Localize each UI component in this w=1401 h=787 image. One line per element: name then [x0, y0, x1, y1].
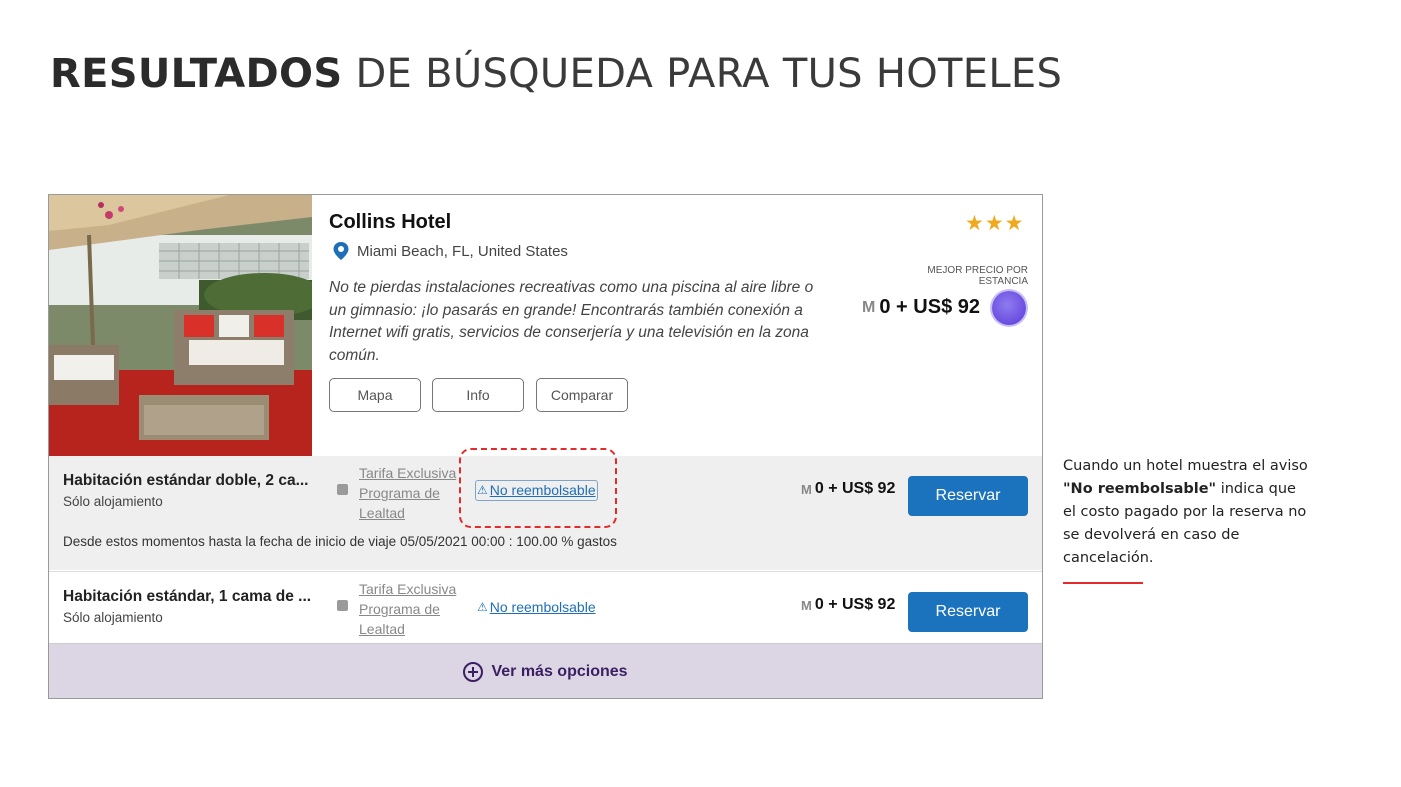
rate-tag-icon: [337, 600, 348, 611]
map-button[interactable]: Mapa: [329, 378, 421, 412]
non-refundable-link[interactable]: ⚠ No reembolsable: [477, 599, 596, 615]
page-title-bold: RESULTADOS: [50, 51, 343, 97]
points-icon: M: [862, 298, 876, 316]
note-text-start: Cuando un hotel muestra el aviso: [1063, 458, 1308, 474]
map-pin-icon: [333, 242, 349, 260]
rate-label-link[interactable]: Tarifa Exclusiva Programa de Lealtad: [359, 463, 469, 523]
hotel-location: Miami Beach, FL, United States: [333, 242, 568, 260]
room-price-value: 0 + US$ 92: [814, 596, 896, 613]
explanation-note: Cuando un hotel muestra el aviso "No ree…: [1063, 455, 1313, 570]
compare-button[interactable]: Comparar: [536, 378, 628, 412]
star-rating: ★★★: [965, 212, 1025, 235]
points-icon: M: [801, 597, 812, 613]
best-price-value: 0 + US$ 92: [879, 296, 980, 318]
hotel-name[interactable]: Collins Hotel: [329, 211, 451, 234]
room-price-value: 0 + US$ 92: [814, 480, 896, 497]
note-text-strong: "No reembolsable": [1063, 481, 1217, 497]
plus-circle-icon: [463, 661, 484, 682]
best-price-label: MEJOR PRECIO POR ESTANCIA: [927, 265, 1028, 287]
note-underline-divider: [1063, 582, 1143, 584]
room-name[interactable]: Habitación estándar, 1 cama de ...: [63, 588, 311, 606]
more-options-label: Ver más opciones: [491, 662, 628, 680]
room-name[interactable]: Habitación estándar doble, 2 ca...: [63, 472, 309, 490]
non-refundable-text: No reembolsable: [489, 599, 596, 615]
best-price: M 0 + US$ 92: [862, 296, 980, 319]
page-title: RESULTADOS DE BÚSQUEDA PARA TUS HOTELES: [50, 50, 1062, 98]
room-price: M 0 + US$ 92: [801, 596, 895, 614]
warning-icon: ⚠: [477, 600, 488, 614]
room-meal-plan: Sólo alojamiento: [63, 494, 163, 509]
room-row: Habitación estándar, 1 cama de ... Sólo …: [49, 571, 1042, 643]
cancellation-policy: Desde estos momentos hasta la fecha de i…: [63, 534, 617, 549]
hotel-photo-image: [49, 195, 312, 456]
hotel-photo[interactable]: [49, 195, 312, 456]
reserve-button[interactable]: Reservar: [908, 592, 1028, 632]
hotel-result-card: Collins Hotel Miami Beach, FL, United St…: [48, 194, 1043, 699]
page-title-rest: DE BÚSQUEDA PARA TUS HOTELES: [355, 51, 1063, 97]
hotel-description: No te pierdas instalaciones recreativas …: [329, 279, 814, 364]
room-meal-plan: Sólo alojamiento: [63, 610, 163, 625]
rate-label-link[interactable]: Tarifa Exclusiva Programa de Lealtad: [359, 579, 469, 639]
reserve-button[interactable]: Reservar: [908, 476, 1028, 516]
rate-tag-icon: [337, 484, 348, 495]
hotel-location-text: Miami Beach, FL, United States: [357, 242, 568, 260]
room-price: M 0 + US$ 92: [801, 480, 895, 498]
loyalty-badge-icon: [992, 291, 1026, 325]
more-options-button[interactable]: Ver más opciones: [49, 643, 1042, 698]
highlight-annotation-box: [459, 448, 617, 528]
points-icon: M: [801, 481, 812, 497]
info-button[interactable]: Info: [432, 378, 524, 412]
